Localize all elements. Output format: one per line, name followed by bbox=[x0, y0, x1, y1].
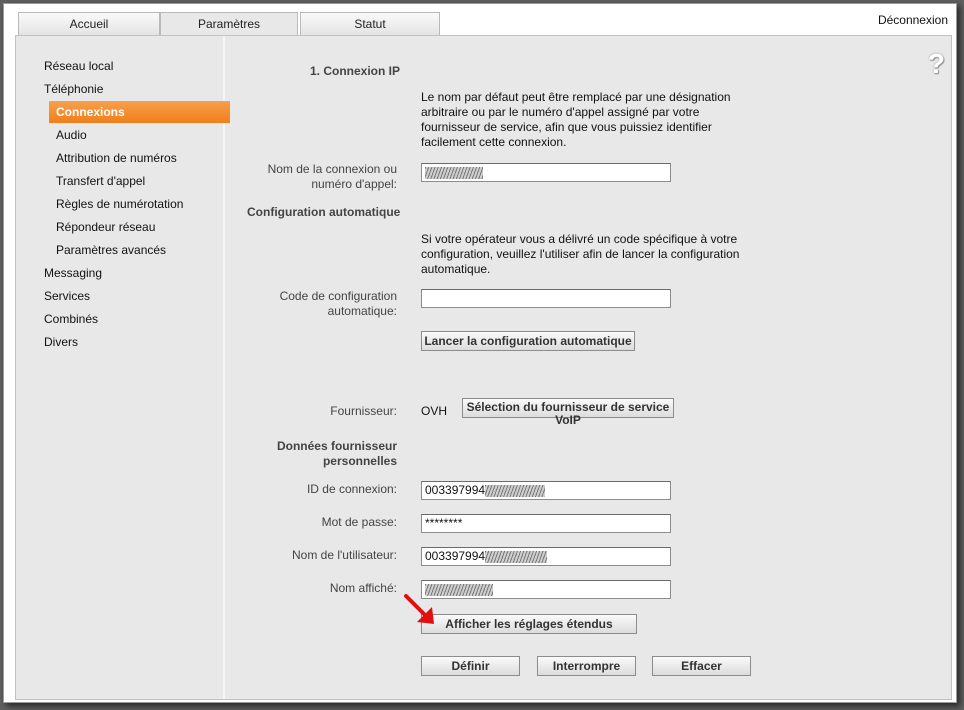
red-arrow-icon bbox=[404, 594, 434, 624]
intro-text: Le nom par défaut peut être remplacé par… bbox=[421, 90, 731, 149]
sidebar-item-repondeur-reseau[interactable]: Répondeur réseau bbox=[56, 216, 155, 238]
tab-parametres[interactable]: Paramètres bbox=[160, 12, 298, 37]
redacted-value bbox=[485, 550, 548, 563]
username-input[interactable]: 003397994 bbox=[421, 547, 671, 566]
display-name-input[interactable] bbox=[421, 580, 671, 599]
section-title-auto-config: Configuration automatique bbox=[247, 205, 401, 219]
browser-frame: Accueil Paramètres Statut Déconnexion Ré… bbox=[3, 3, 957, 703]
connection-name-input[interactable] bbox=[421, 163, 671, 182]
tab-accueil[interactable]: Accueil bbox=[18, 12, 160, 35]
launch-auto-config-button[interactable]: Lancer la configuration automatique bbox=[421, 331, 635, 351]
auto-code-label: Code de configuration automatique: bbox=[279, 289, 397, 318]
auto-code-input[interactable] bbox=[421, 289, 671, 308]
help-icon[interactable]: ? bbox=[928, 48, 945, 80]
logout-link[interactable]: Déconnexion bbox=[878, 13, 948, 27]
sidebar-item-divers[interactable]: Divers bbox=[44, 331, 78, 353]
sidebar-item-attribution-numeros[interactable]: Attribution de numéros bbox=[56, 147, 177, 169]
section-title-connexion-ip: 1. Connexion IP bbox=[310, 64, 401, 78]
select-provider-button[interactable]: Sélection du fournisseur de service VoIP bbox=[462, 398, 674, 426]
login-id-input[interactable]: 003397994 bbox=[421, 481, 671, 500]
interrupt-button[interactable]: Interrompre bbox=[537, 656, 636, 676]
sidebar-item-telephonie[interactable]: Téléphonie bbox=[44, 78, 103, 100]
sidebar: Réseau local Téléphonie Connexions Audio… bbox=[16, 36, 230, 699]
provider-value: OVH bbox=[421, 404, 448, 418]
sidebar-item-parametres-avances[interactable]: Paramètres avancés bbox=[56, 239, 166, 261]
login-id-label: ID de connexion: bbox=[306, 482, 397, 496]
main-panel: Réseau local Téléphonie Connexions Audio… bbox=[15, 35, 952, 700]
personal-data-title: Données fournisseur personnelles bbox=[276, 439, 397, 468]
sidebar-item-audio[interactable]: Audio bbox=[56, 124, 87, 146]
password-input[interactable]: ******** bbox=[421, 514, 671, 533]
sidebar-item-services[interactable]: Services bbox=[44, 285, 90, 307]
show-extended-settings-button[interactable]: Afficher les réglages étendus bbox=[421, 614, 637, 634]
define-button[interactable]: Définir bbox=[421, 656, 520, 676]
username-label: Nom de l'utilisateur: bbox=[292, 548, 397, 562]
connection-name-label: Nom de la connexion ou numéro d'appel: bbox=[267, 162, 397, 191]
display-name-label: Nom affiché: bbox=[329, 581, 397, 595]
sidebar-item-connexions[interactable]: Connexions bbox=[49, 101, 230, 123]
sidebar-item-messaging[interactable]: Messaging bbox=[44, 262, 102, 284]
sidebar-item-regles-numerotation[interactable]: Règles de numérotation bbox=[56, 193, 183, 215]
sidebar-item-reseau-local[interactable]: Réseau local bbox=[44, 55, 113, 77]
clear-button[interactable]: Effacer bbox=[652, 656, 751, 676]
tab-statut[interactable]: Statut bbox=[300, 12, 440, 35]
redacted-value bbox=[485, 484, 546, 497]
auto-config-text: Si votre opérateur vous a délivré un cod… bbox=[421, 232, 740, 276]
provider-label: Fournisseur: bbox=[330, 404, 397, 418]
password-label: Mot de passe: bbox=[321, 515, 397, 529]
sidebar-item-transfert-appel[interactable]: Transfert d'appel bbox=[56, 170, 145, 192]
sidebar-item-combines[interactable]: Combinés bbox=[44, 308, 98, 330]
redacted-value bbox=[425, 166, 483, 179]
